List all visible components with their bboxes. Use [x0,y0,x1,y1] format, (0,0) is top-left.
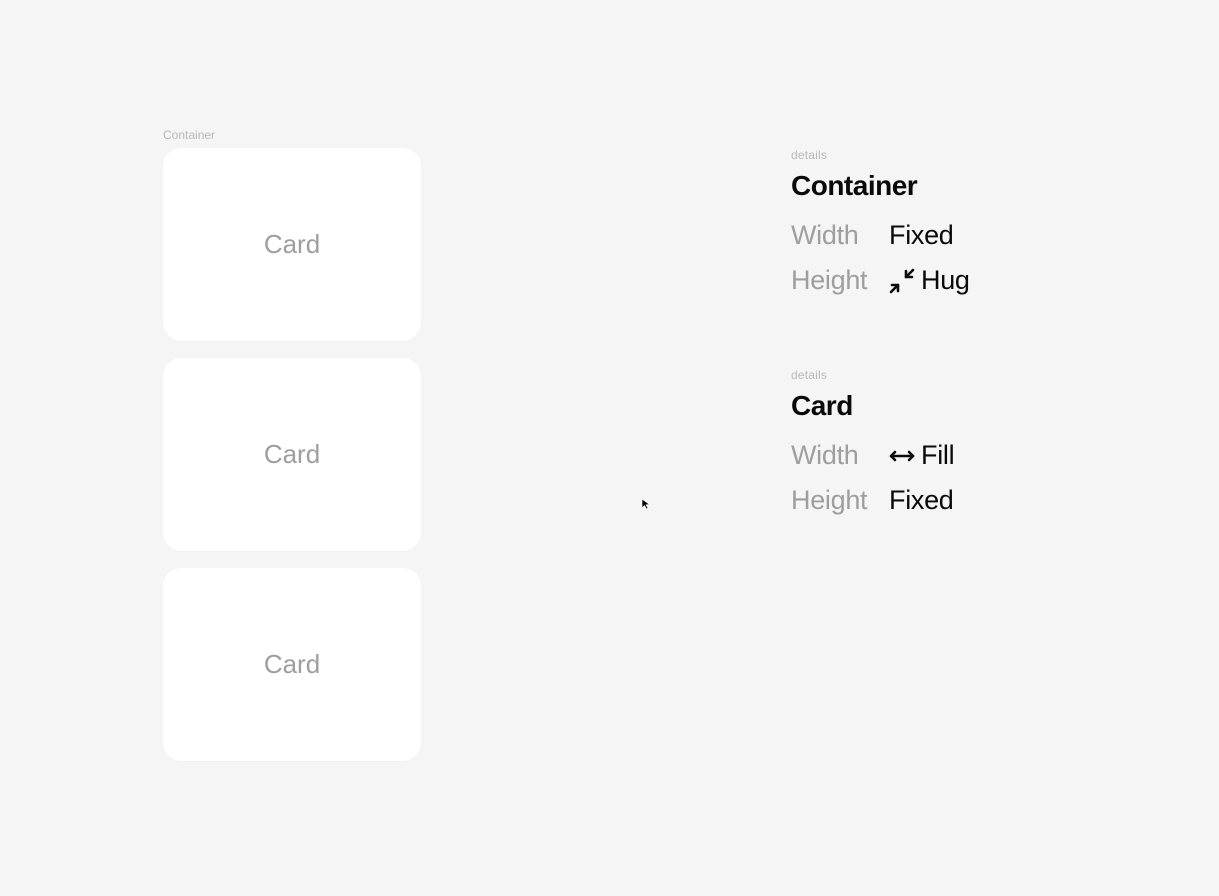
details-title: Card [791,390,970,422]
property-value-text: Fill [921,440,954,471]
card[interactable]: Card [163,568,421,761]
property-label: Height [791,485,889,516]
card-text: Card [264,649,320,680]
property-row: Height Fixed [791,485,970,516]
hug-icon [889,268,915,294]
details-panel: details Container Width Fixed Height Hug [791,148,970,530]
property-label: Width [791,440,889,471]
property-row: Height Hug [791,265,970,296]
details-title: Container [791,170,970,202]
property-value-text: Fixed [889,485,954,516]
details-block-card: details Card Width Fill Height Fixed [791,368,970,530]
canvas-area: Container Card Card Card [163,128,421,761]
details-section-label: details [791,148,970,162]
property-value-text: Fixed [889,220,954,251]
property-value[interactable]: Fixed [889,485,954,516]
mouse-cursor-icon [641,497,651,507]
container-label: Container [163,128,421,142]
card[interactable]: Card [163,148,421,341]
property-value-text: Hug [921,265,970,296]
details-block-container: details Container Width Fixed Height Hug [791,148,970,310]
property-row: Width Fixed [791,220,970,251]
property-row: Width Fill [791,440,970,471]
container[interactable]: Card Card Card [163,148,421,761]
property-value[interactable]: Hug [889,265,970,296]
property-value[interactable]: Fill [889,440,954,471]
fill-icon [889,443,915,469]
property-label: Width [791,220,889,251]
card-text: Card [264,439,320,470]
property-value[interactable]: Fixed [889,220,954,251]
property-label: Height [791,265,889,296]
details-section-label: details [791,368,970,382]
card[interactable]: Card [163,358,421,551]
card-text: Card [264,229,320,260]
